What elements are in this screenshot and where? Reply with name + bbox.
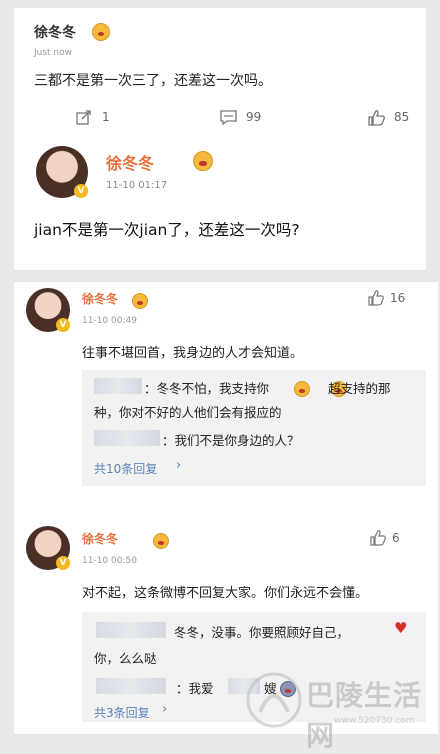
verified-badge-icon: V bbox=[56, 556, 70, 570]
post-time: Just now bbox=[34, 48, 73, 58]
chevron-right-icon: › bbox=[176, 458, 182, 473]
like-count: 85 bbox=[394, 110, 410, 124]
inner-time: 11-10 01:17 bbox=[106, 180, 168, 191]
heart-icon: ♥ bbox=[394, 619, 408, 637]
reply-text: 冬冬，没事。你要照顾好自己， bbox=[174, 625, 350, 640]
verified-emoji-icon bbox=[193, 150, 214, 171]
reply-text: ：冬冬不怕，我支持你 bbox=[144, 381, 270, 396]
comment-like-count: 6 bbox=[392, 531, 400, 545]
reply-text: ：我们不是你身边的人？ bbox=[162, 433, 300, 448]
view-replies-link[interactable]: 共3条回复 bbox=[94, 704, 150, 721]
reply-text: ：我爱 bbox=[176, 681, 214, 696]
comment-author[interactable]: 徐冬冬 bbox=[82, 530, 118, 547]
inner-author[interactable]: 徐冬冬 bbox=[106, 150, 154, 174]
verified-badge-icon: V bbox=[56, 318, 70, 332]
comment-like-button[interactable]: 16 bbox=[368, 288, 428, 310]
blurred-username bbox=[94, 430, 160, 446]
inner-text: jian不是第一次jian了，还差这一次吗? bbox=[34, 221, 300, 239]
emoji-icon bbox=[294, 380, 310, 397]
chevron-right-icon: › bbox=[162, 702, 168, 717]
watermark-url: www.520730.com bbox=[334, 716, 415, 726]
share-icon bbox=[76, 110, 91, 125]
comment-like-button[interactable]: 6 bbox=[370, 528, 430, 550]
comment-button[interactable]: 99 bbox=[220, 106, 290, 130]
blurred-username bbox=[94, 378, 142, 394]
logo-icon bbox=[246, 672, 302, 728]
comment-time: 11-10 00:49 bbox=[82, 316, 137, 326]
view-replies-link[interactable]: 共10条回复 bbox=[94, 460, 157, 477]
post-author[interactable]: 徐冬冬 bbox=[34, 22, 76, 42]
blurred-username bbox=[96, 678, 166, 694]
watermark: 巴陵生活网 www.520730.com bbox=[246, 666, 436, 752]
reply-box: ：冬冬不怕，我支持你 超支持的那 种，你对不好的人他们会有报应的 ：我们不是你身… bbox=[82, 370, 426, 486]
comment-author[interactable]: 徐冬冬 bbox=[82, 290, 118, 307]
comment-text: 对不起，这条微博不回复大家。你们永远不会懂。 bbox=[82, 586, 369, 601]
verified-emoji-icon bbox=[92, 22, 110, 41]
blurred-username bbox=[96, 622, 166, 638]
thumbs-up-icon bbox=[368, 110, 385, 126]
post-text: 三都不是第一次三了，还差这一次吗。 bbox=[34, 73, 272, 89]
reply-text: 你，么么哒 bbox=[94, 651, 157, 666]
reply-text: 超支持的那 bbox=[328, 381, 391, 396]
comment-text: 往事不堪回首，我身边的人才会知道。 bbox=[82, 346, 304, 361]
verified-emoji-icon bbox=[132, 292, 148, 309]
comment-count: 99 bbox=[246, 110, 262, 124]
post-card: 徐冬冬 Just now 三都不是第一次三了，还差这一次吗。 1 99 85 V… bbox=[14, 8, 426, 270]
thumbs-up-icon bbox=[370, 530, 386, 546]
thumbs-up-icon bbox=[368, 290, 384, 306]
share-count: 1 bbox=[102, 110, 110, 124]
verified-emoji-icon bbox=[153, 532, 170, 549]
comment-time: 11-10 00:50 bbox=[82, 556, 137, 566]
comment-like-count: 16 bbox=[390, 291, 406, 305]
like-button[interactable]: 85 bbox=[368, 106, 428, 130]
reply-text: 种，你对不好的人他们会有报应的 bbox=[94, 405, 282, 420]
verified-badge-icon: V bbox=[74, 184, 88, 198]
share-button[interactable]: 1 bbox=[76, 106, 146, 130]
watermark-text: 巴陵生活网 bbox=[306, 679, 423, 752]
comment-icon bbox=[220, 110, 237, 126]
